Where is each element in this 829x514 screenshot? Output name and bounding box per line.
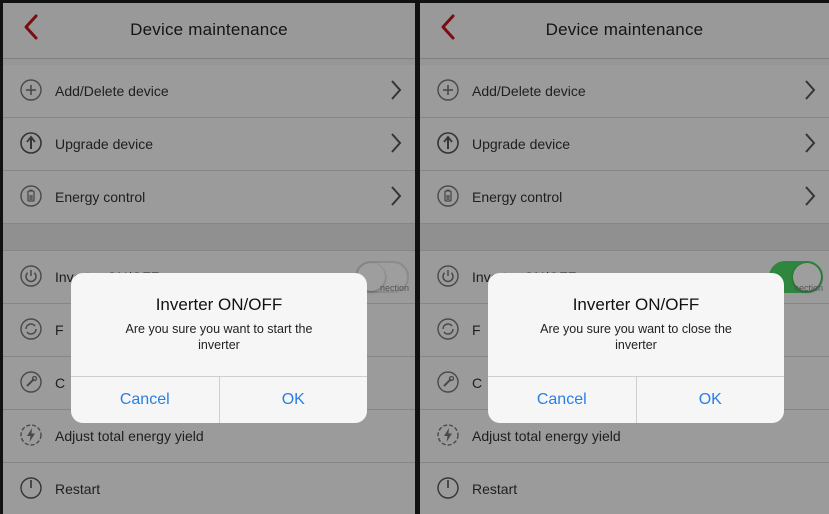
ok-button[interactable]: OK <box>635 377 785 423</box>
cancel-button[interactable]: Cancel <box>71 377 219 423</box>
confirm-dialog: Inverter ON/OFF Are you sure you want to… <box>488 273 784 423</box>
cancel-button[interactable]: Cancel <box>488 377 636 423</box>
modal-overlay <box>420 3 829 514</box>
modal-overlay <box>3 3 415 514</box>
panel-right: Device maintenance Add/Delete device Upg… <box>420 3 829 514</box>
ok-button[interactable]: OK <box>218 377 368 423</box>
dialog-actions: Cancel OK <box>71 376 367 423</box>
dialog-title: Inverter ON/OFF <box>572 295 700 314</box>
dialog-message: Are you sure you want to close the inver… <box>540 322 732 352</box>
dialog-title: Inverter ON/OFF <box>155 295 283 314</box>
panel-left: Device maintenance Add/Delete device Upg… <box>3 3 415 514</box>
screenshot-frame: Device maintenance Add/Delete device Upg… <box>0 0 829 514</box>
confirm-dialog: Inverter ON/OFF Are you sure you want to… <box>71 273 367 423</box>
dialog-message: Are you sure you want to start the inver… <box>125 322 313 352</box>
dialog-actions: Cancel OK <box>488 376 784 423</box>
